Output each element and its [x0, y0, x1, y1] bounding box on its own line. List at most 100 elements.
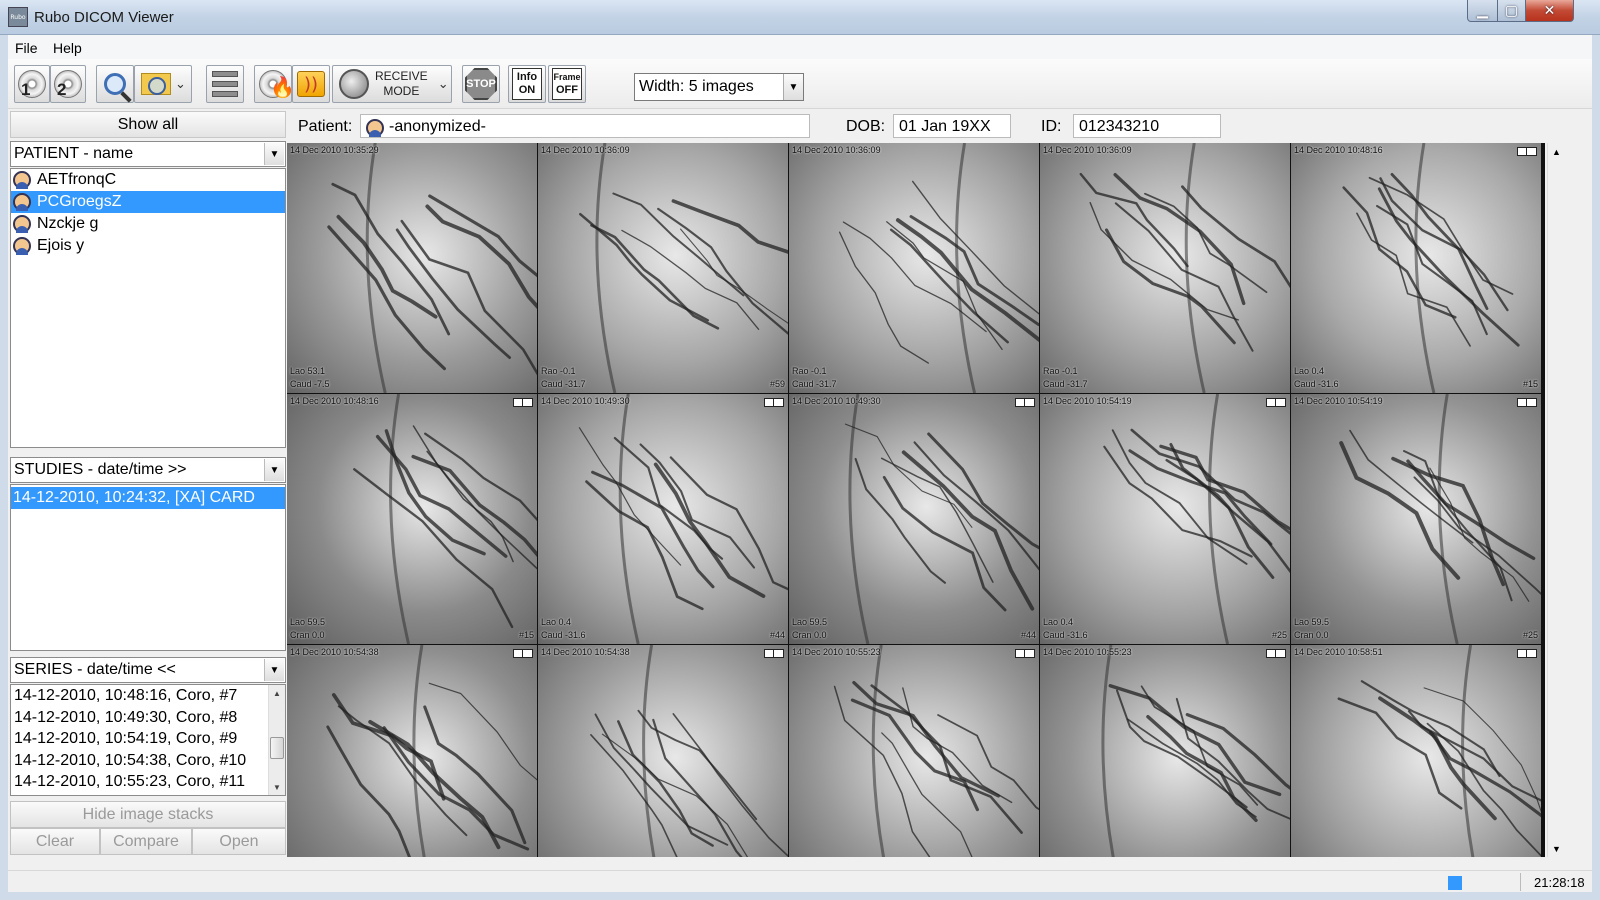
burn-cd-button[interactable]: 🔥 — [254, 65, 295, 103]
image-tile[interactable]: 14 Dec 2010 10:55:23 — [1040, 645, 1290, 857]
tile-angle-2: Cran 0.0 — [290, 630, 325, 640]
image-stack-icon[interactable] — [764, 398, 784, 407]
receive-mode-label: RECEIVE MODE — [375, 69, 428, 99]
image-stack-icon[interactable] — [1517, 649, 1537, 658]
chevron-down-icon[interactable]: ▼ — [264, 143, 284, 165]
tile-angle-1: Lao 53.1 — [290, 366, 326, 376]
scroll-thumb[interactable] — [270, 737, 284, 759]
frame-toggle-button[interactable]: Frame OFF — [548, 65, 586, 103]
series-row[interactable]: 14-12-2010, 10:54:38, Coro, #10 — [11, 750, 268, 772]
stop-button[interactable]: STOP — [462, 65, 500, 103]
chevron-down-icon: ⌄ — [437, 76, 449, 92]
maximize-button[interactable]: ▢ — [1497, 0, 1526, 22]
scroll-down-icon[interactable]: ▼ — [269, 779, 285, 795]
image-stack-icon[interactable] — [513, 649, 533, 658]
menu-file[interactable]: File — [15, 40, 38, 56]
angiogram-vessels — [1342, 143, 1520, 393]
info-toggle-button[interactable]: Info ON — [508, 65, 546, 103]
image-tile[interactable]: 14 Dec 2010 10:55:23 — [789, 645, 1039, 857]
scroll-down-icon[interactable]: ▼ — [1548, 840, 1565, 857]
image-tile[interactable]: 14 Dec 2010 10:48:16 Lao 0.4 Caud -31.6 #15 — [1291, 143, 1541, 393]
clear-button[interactable]: Clear — [10, 828, 100, 855]
studies-list[interactable]: 14-12-2010, 10:24:32, [XA] CARD — [10, 484, 286, 651]
chevron-down-icon[interactable]: ▼ — [264, 659, 284, 681]
open-button[interactable]: Open — [192, 828, 286, 855]
hide-image-stacks-button[interactable]: Hide image stacks — [10, 801, 286, 828]
cd-2-icon: 2 — [54, 70, 82, 99]
image-grid[interactable]: 14 Dec 2010 10:35:29 Lao 53.1 Caud -7.5 14 … — [287, 143, 1545, 857]
tile-date: 14 Dec 2010 10:54:19 — [1294, 396, 1383, 406]
status-bar: 21:28:18 — [8, 870, 1592, 892]
angiogram-vessels — [838, 143, 1039, 393]
image-tile[interactable]: 14 Dec 2010 10:35:29 Lao 53.1 Caud -7.5 — [287, 143, 537, 393]
image-stack-icon[interactable] — [513, 398, 533, 407]
image-stack-icon[interactable] — [1517, 147, 1537, 156]
patient-row[interactable]: Ejois y — [11, 235, 285, 257]
series-row[interactable]: 14-12-2010, 10:49:30, Coro, #8 — [11, 707, 268, 729]
close-button[interactable]: ✕ — [1525, 0, 1574, 22]
image-tile[interactable]: 14 Dec 2010 10:54:38 — [287, 645, 537, 857]
image-tile[interactable]: 14 Dec 2010 10:58:51 — [1291, 645, 1541, 857]
minimize-button[interactable]: ▁ — [1467, 0, 1498, 22]
chevron-down-icon[interactable]: ▼ — [783, 74, 803, 100]
scroll-up-icon[interactable]: ▲ — [269, 685, 285, 701]
image-tile[interactable]: 14 Dec 2010 10:49:30 Lao 59.5 Cran 0.0 #44 — [789, 394, 1039, 644]
patient-icon — [13, 237, 31, 255]
patient-row[interactable]: AETfronqC — [11, 169, 285, 191]
image-tile[interactable]: 14 Dec 2010 10:54:19 Lao 0.4 Caud -31.6 #25 — [1040, 394, 1290, 644]
network-button[interactable] — [206, 65, 244, 103]
tile-angle-1: Rao -0.1 — [541, 366, 576, 376]
image-stack-icon[interactable] — [1266, 398, 1286, 407]
series-row[interactable]: 14-12-2010, 10:48:16, Coro, #7 — [11, 685, 268, 707]
patient-row[interactable]: PCGroegsZ — [11, 191, 285, 213]
patient-list[interactable]: AETfronqC PCGroegsZ Nzckje g Ejois y — [10, 168, 286, 448]
series-sort-combo[interactable]: SERIES - date/time << ▼ — [10, 657, 286, 683]
app-icon: Rubo — [8, 7, 28, 27]
angiogram-vessels — [326, 645, 537, 857]
share-button[interactable]: )) — [292, 65, 330, 103]
width-select-value: Width: 5 images — [639, 78, 754, 95]
studies-sort-combo[interactable]: STUDIES - date/time >> ▼ — [10, 457, 286, 483]
show-all-button[interactable]: Show all — [10, 111, 286, 138]
image-tile[interactable]: 14 Dec 2010 10:54:19 Lao 59.5 Cran 0.0 #25 — [1291, 394, 1541, 644]
image-stack-icon[interactable] — [1015, 649, 1035, 658]
chevron-down-icon[interactable]: ▼ — [264, 459, 284, 481]
image-stack-icon[interactable] — [1266, 649, 1286, 658]
patient-sort-combo[interactable]: PATIENT - name ▼ — [10, 141, 286, 167]
angiogram-vessels — [1337, 645, 1541, 857]
image-tile[interactable]: 14 Dec 2010 10:54:38 — [538, 645, 788, 857]
series-list[interactable]: 14-12-2010, 10:48:16, Coro, #7 14-12-2010… — [10, 684, 286, 796]
compare-button[interactable]: Compare — [100, 828, 192, 855]
scroll-up-icon[interactable]: ▲ — [1548, 143, 1565, 160]
image-tile[interactable]: 14 Dec 2010 10:36:09 Rao -0.1 Caud -31.7 #5… — [538, 143, 788, 393]
tile-angle-2: Cran 0.0 — [1294, 630, 1329, 640]
magnifier-icon — [104, 73, 126, 95]
image-tile[interactable]: 14 Dec 2010 10:36:09 Rao -0.1 Caud -31.7 — [1040, 143, 1290, 393]
width-select[interactable]: Width: 5 images ▼ — [634, 73, 804, 101]
image-stack-icon[interactable] — [1015, 398, 1035, 407]
grid-scrollbar[interactable]: ▲ ▼ — [1547, 143, 1564, 857]
disc-1-button[interactable]: 1 — [14, 65, 50, 103]
image-stack-icon[interactable] — [1517, 398, 1537, 407]
receive-mode-button[interactable]: RECEIVE MODE ⌄ — [332, 65, 452, 103]
study-row[interactable]: 14-12-2010, 10:24:32, [XA] CARD — [11, 487, 285, 509]
series-row[interactable]: 14-12-2010, 10:54:19, Coro, #9 — [11, 728, 268, 750]
tile-date: 14 Dec 2010 10:58:51 — [1294, 647, 1383, 657]
patient-row[interactable]: Nzckje g — [11, 213, 285, 235]
image-tile[interactable]: 14 Dec 2010 10:49:30 Lao 0.4 Caud -31.6 #44 — [538, 394, 788, 644]
image-stack-icon[interactable] — [764, 649, 784, 658]
series-scrollbar[interactable]: ▲ ▼ — [268, 685, 285, 795]
series-row[interactable]: 14-12-2010, 10:55:23, Coro, #11 — [11, 771, 268, 793]
patient-icon — [13, 215, 31, 233]
patient-combo-label: PATIENT - name — [14, 145, 134, 162]
image-tile[interactable]: 14 Dec 2010 10:36:09 Rao -0.1 Caud -31.7 — [789, 143, 1039, 393]
menu-help[interactable]: Help — [53, 40, 82, 56]
title-bar: Rubo Rubo DICOM Viewer ▁ ▢ ✕ — [0, 0, 1600, 35]
image-tile[interactable]: 14 Dec 2010 10:48:16 Lao 59.5 Cran 0.0 #15 — [287, 394, 537, 644]
search-folder-button[interactable]: ⌄ — [134, 65, 192, 103]
series-combo-label: SERIES - date/time << — [14, 661, 176, 678]
search-disc-button[interactable] — [96, 65, 134, 103]
tile-date: 14 Dec 2010 10:54:38 — [290, 647, 379, 657]
series-row[interactable]: 14-12-2010, 10:58:51, Coro, #12 — [11, 793, 268, 796]
disc-2-button[interactable]: 2 — [50, 65, 86, 103]
